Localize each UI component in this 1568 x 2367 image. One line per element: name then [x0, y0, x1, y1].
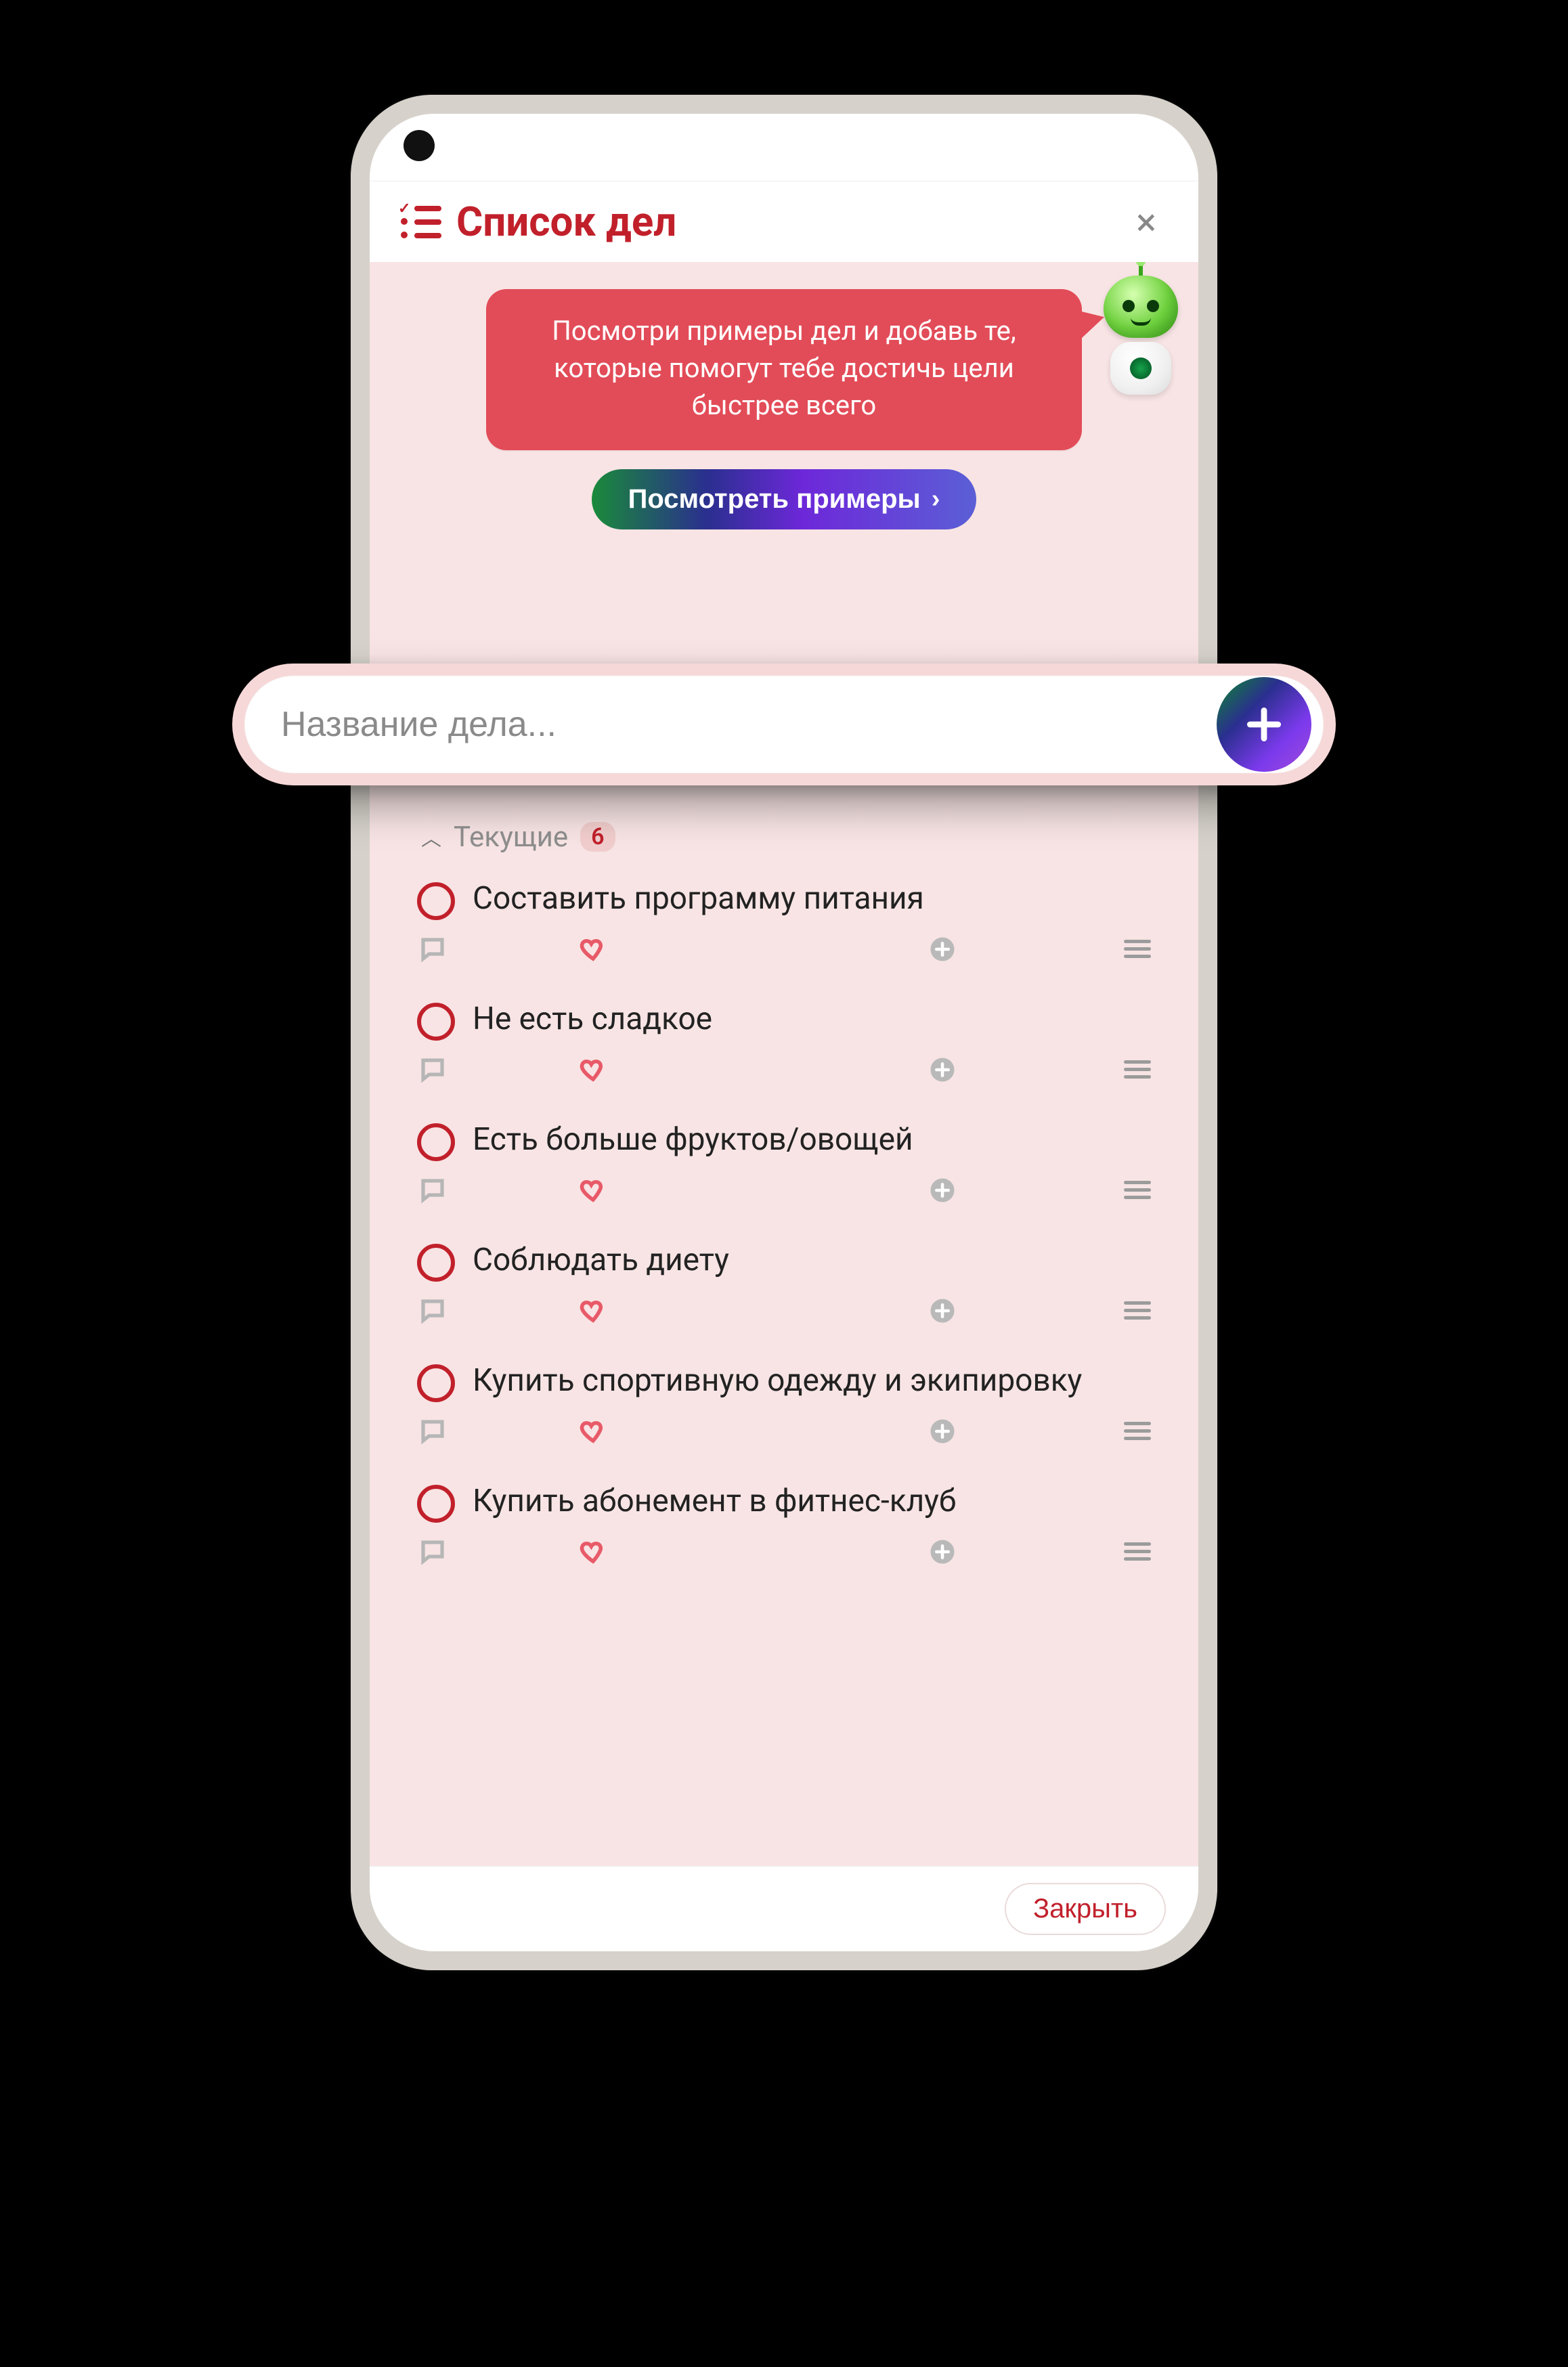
page-title: Список дел: [456, 198, 676, 246]
drag-handle-icon[interactable]: [1104, 1297, 1151, 1324]
task-checkbox[interactable]: [417, 1003, 455, 1041]
task-item: Составить программу питания: [417, 871, 1151, 992]
task-item: Есть больше фруктов/овощей: [417, 1112, 1151, 1233]
heart-icon[interactable]: [432, 1297, 754, 1325]
task-checkbox[interactable]: [417, 1244, 455, 1282]
footer: Закрыть: [370, 1866, 1198, 1951]
see-examples-button[interactable]: Посмотреть примеры ›: [592, 469, 977, 529]
task-item: Не есть сладкое: [417, 992, 1151, 1112]
tasks-list: Составить программу питания Не есть сладк…: [417, 871, 1151, 1594]
plus-icon: [1243, 703, 1285, 745]
task-item: Купить абонемент в фитнес-клуб: [417, 1474, 1151, 1594]
header: Список дел ×: [370, 181, 1198, 262]
camera-dot: [404, 130, 435, 161]
section-count-badge: 6: [580, 822, 615, 852]
advice-text: Посмотри примеры дел и добавь те, которы…: [552, 315, 1016, 421]
task-title[interactable]: Купить абонемент в фитнес-клуб: [473, 1482, 956, 1521]
task-actions: [417, 1176, 1151, 1204]
task-item: Купить спортивную одежду и экипировку: [417, 1353, 1151, 1474]
screen: Список дел × Посмотри примеры дел и доба…: [370, 114, 1198, 1951]
plus-circle-icon[interactable]: [781, 935, 1104, 963]
add-task-button[interactable]: [1217, 677, 1311, 772]
status-bar: [370, 114, 1198, 181]
robot-mascot-icon: [1090, 276, 1192, 404]
header-left: Список дел: [401, 198, 676, 246]
drag-handle-icon[interactable]: [1104, 1177, 1151, 1203]
chevron-up-icon: ︿: [421, 822, 441, 852]
section-current-header[interactable]: ︿ Текущие 6: [417, 821, 1151, 854]
drag-handle-icon[interactable]: [1104, 1056, 1151, 1083]
close-icon[interactable]: ×: [1136, 203, 1156, 241]
list-icon: [401, 202, 441, 242]
heart-icon[interactable]: [432, 1417, 754, 1446]
task-checkbox[interactable]: [417, 882, 455, 920]
see-examples-label: Посмотреть примеры: [628, 484, 921, 515]
body: Посмотри примеры дел и добавь те, которы…: [370, 262, 1198, 1866]
task-actions: [417, 1538, 1151, 1566]
plus-circle-icon[interactable]: [781, 1297, 1104, 1325]
plus-circle-icon[interactable]: [781, 1176, 1104, 1204]
task-checkbox[interactable]: [417, 1485, 455, 1523]
task-title[interactable]: Есть больше фруктов/овощей: [473, 1121, 913, 1160]
heart-icon[interactable]: [432, 1176, 754, 1204]
plus-circle-icon[interactable]: [781, 1538, 1104, 1566]
phone-frame: Список дел × Посмотри примеры дел и доба…: [351, 95, 1217, 1970]
drag-handle-icon[interactable]: [1104, 1538, 1151, 1565]
heart-icon[interactable]: [432, 1056, 754, 1084]
task-title[interactable]: Купить спортивную одежду и экипировку: [473, 1362, 1082, 1401]
task-checkbox[interactable]: [417, 1364, 455, 1402]
chevron-right-icon: ›: [932, 485, 940, 514]
section-label: Текущие: [454, 821, 568, 854]
task-actions: [417, 935, 1151, 963]
heart-icon[interactable]: [432, 935, 754, 963]
drag-handle-icon[interactable]: [1104, 936, 1151, 962]
task-actions: [417, 1297, 1151, 1325]
plus-circle-icon[interactable]: [781, 1417, 1104, 1446]
task-title[interactable]: Соблюдать диету: [473, 1241, 729, 1280]
close-button[interactable]: Закрыть: [1005, 1883, 1166, 1935]
heart-icon[interactable]: [432, 1538, 754, 1566]
advice-block: Посмотри примеры дел и добавь те, которы…: [370, 262, 1198, 529]
task-title[interactable]: Составить программу питания: [473, 880, 924, 919]
tasks-container: ︿ Текущие 6 Составить программу питания Н…: [370, 821, 1198, 1866]
task-actions: [417, 1417, 1151, 1446]
task-item: Соблюдать диету: [417, 1233, 1151, 1353]
plus-circle-icon[interactable]: [781, 1056, 1104, 1084]
advice-bubble: Посмотри примеры дел и добавь те, которы…: [486, 289, 1082, 450]
new-task-input-wrap: [244, 676, 1324, 773]
task-actions: [417, 1056, 1151, 1084]
drag-handle-icon[interactable]: [1104, 1418, 1151, 1444]
task-checkbox[interactable]: [417, 1123, 455, 1161]
task-title[interactable]: Не есть сладкое: [473, 1000, 712, 1039]
new-task-input[interactable]: [281, 704, 1217, 745]
close-button-label: Закрыть: [1033, 1894, 1137, 1924]
new-task-pill: [232, 664, 1336, 785]
